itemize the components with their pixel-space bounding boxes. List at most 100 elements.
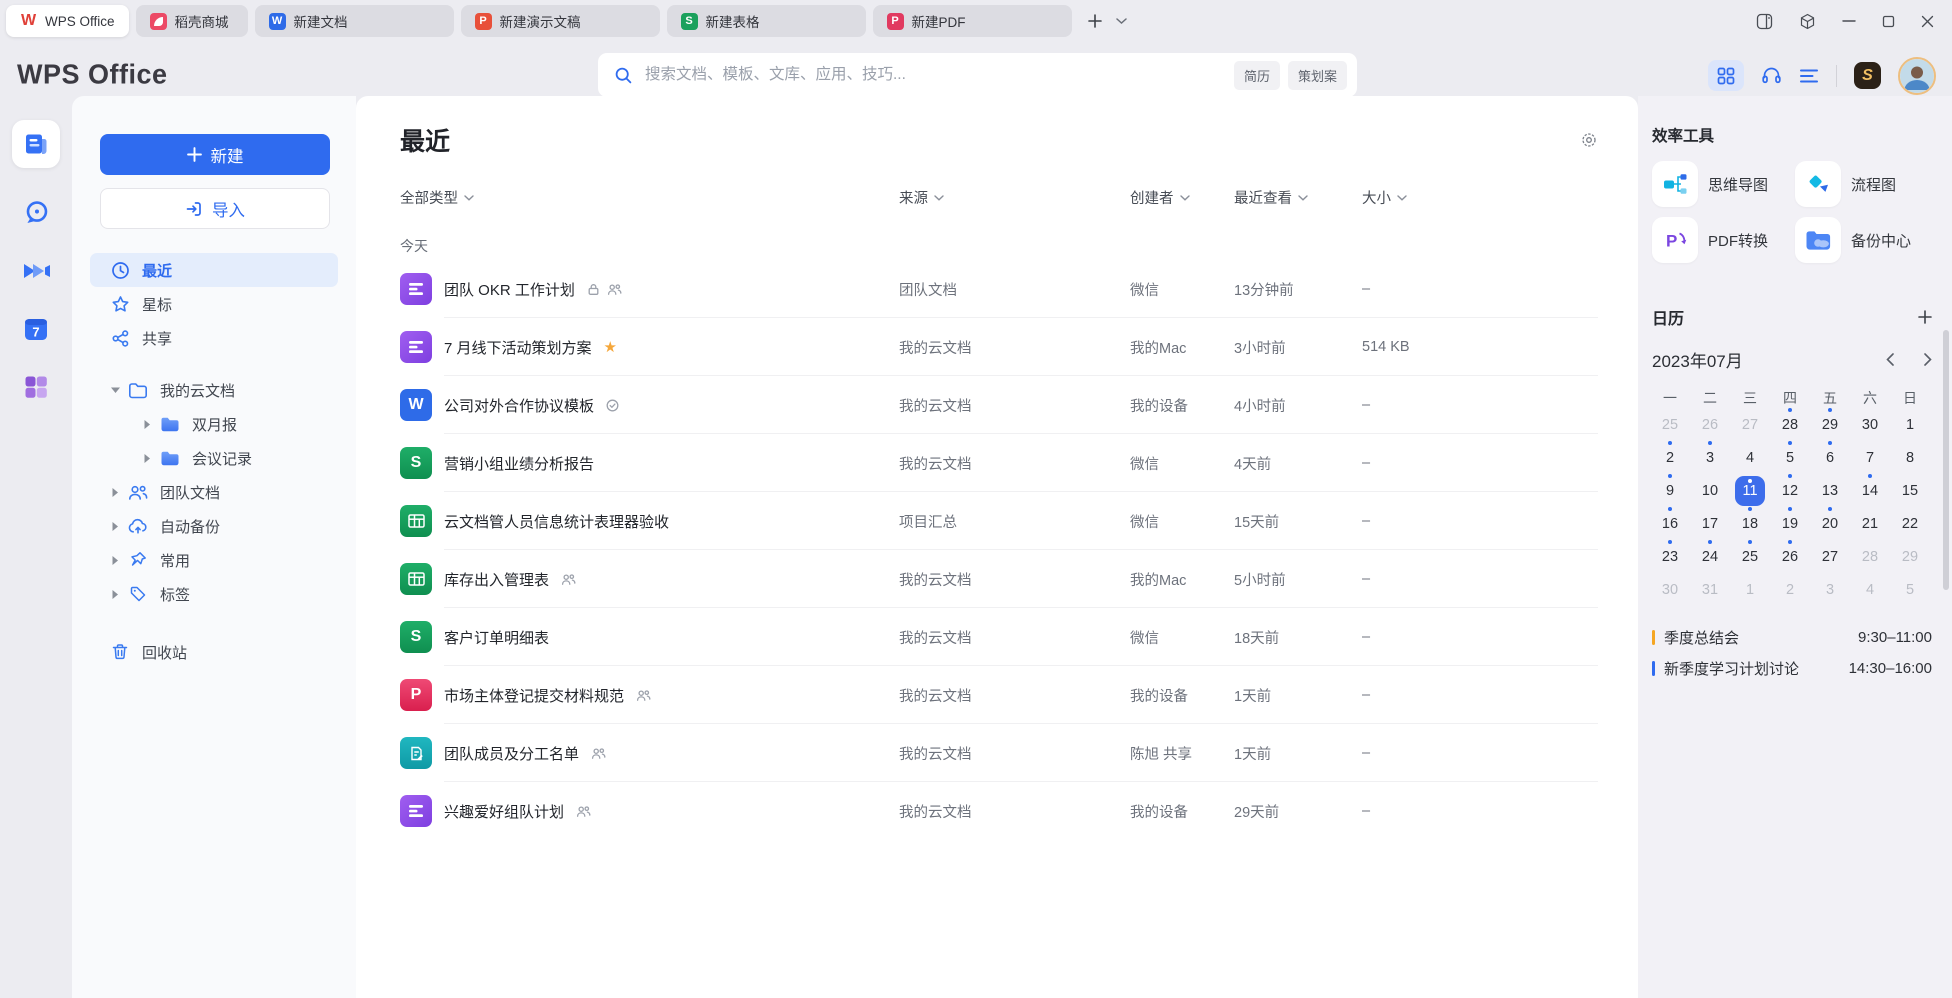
calendar-day[interactable]: 27 bbox=[1730, 408, 1770, 441]
tab-wps-office[interactable]: WWPS Office bbox=[6, 5, 129, 37]
sidebar-item-my-cloud-docs[interactable]: 我的云文档 bbox=[90, 373, 338, 407]
calendar-day[interactable]: 3 bbox=[1810, 573, 1850, 606]
list-settings-gear-icon[interactable] bbox=[1580, 131, 1598, 149]
caret-right-icon[interactable] bbox=[142, 454, 152, 463]
sidebar-item-frequent[interactable]: 常用 bbox=[90, 543, 338, 577]
caret-right-icon[interactable] bbox=[142, 420, 152, 429]
new-button[interactable]: 新建 bbox=[100, 134, 330, 175]
calendar-day[interactable]: 28 bbox=[1770, 408, 1810, 441]
table-row[interactable]: S客户订单明细表我的云文档微信18天前– bbox=[400, 608, 1598, 666]
table-row[interactable]: S营销小组业绩分析报告我的云文档微信4天前– bbox=[400, 434, 1598, 492]
add-event-button[interactable] bbox=[1918, 310, 1932, 324]
calendar-day[interactable]: 30 bbox=[1850, 408, 1890, 441]
caret-right-icon[interactable] bbox=[110, 590, 120, 599]
calendar-day[interactable]: 30 bbox=[1650, 573, 1690, 606]
caret-right-icon[interactable] bbox=[110, 522, 120, 531]
sidebar-item-shared[interactable]: 共享 bbox=[90, 321, 338, 355]
calendar-day[interactable]: 22 bbox=[1890, 507, 1930, 540]
calendar-day[interactable]: 18 bbox=[1730, 507, 1770, 540]
close-button[interactable] bbox=[1921, 15, 1934, 28]
filter-1[interactable]: 来源 bbox=[899, 187, 1130, 208]
tab-new-spreadsheet[interactable]: S新建表格 bbox=[667, 5, 866, 37]
membership-badge[interactable]: S bbox=[1854, 62, 1881, 89]
sidebar-item-starred[interactable]: 星标 bbox=[90, 287, 338, 321]
calendar-day[interactable]: 21 bbox=[1850, 507, 1890, 540]
calendar-event[interactable]: 新季度学习计划讨论14:30–16:00 bbox=[1652, 653, 1932, 684]
calendar-day[interactable]: 6 bbox=[1810, 441, 1850, 474]
calendar-day[interactable]: 28 bbox=[1850, 540, 1890, 573]
sidebar-item-team-docs[interactable]: 团队文档 bbox=[90, 475, 338, 509]
calendar-day[interactable]: 29 bbox=[1810, 408, 1850, 441]
tool-pdf-convert[interactable]: PPDF转换 bbox=[1652, 217, 1789, 263]
table-row[interactable]: W公司对外合作协议模板我的云文档我的设备4小时前– bbox=[400, 376, 1598, 434]
search-input[interactable] bbox=[643, 65, 1224, 85]
tab-new-pdf[interactable]: P新建PDF bbox=[873, 5, 1072, 37]
next-month-button[interactable] bbox=[1924, 353, 1932, 366]
caret-right-icon[interactable] bbox=[110, 488, 120, 497]
rail-item-meeting[interactable] bbox=[20, 257, 52, 285]
calendar-day[interactable]: 10 bbox=[1690, 474, 1730, 507]
scrollbar-thumb[interactable] bbox=[1943, 330, 1949, 590]
calendar-day[interactable]: 8 bbox=[1890, 441, 1930, 474]
calendar-event[interactable]: 季度总结会9:30–11:00 bbox=[1652, 622, 1932, 653]
calendar-day[interactable]: 5 bbox=[1890, 573, 1930, 606]
prev-month-button[interactable] bbox=[1886, 353, 1894, 366]
calendar-day[interactable]: 31 bbox=[1690, 573, 1730, 606]
import-button[interactable]: 导入 bbox=[100, 188, 330, 229]
calendar-day[interactable]: 3 bbox=[1690, 441, 1730, 474]
calendar-day[interactable]: 25 bbox=[1730, 540, 1770, 573]
rail-item-apps[interactable] bbox=[22, 373, 50, 401]
calendar-day[interactable]: 5 bbox=[1770, 441, 1810, 474]
calendar-day[interactable]: 26 bbox=[1770, 540, 1810, 573]
calendar-day[interactable]: 14 bbox=[1850, 474, 1890, 507]
calendar-day[interactable]: 15 bbox=[1890, 474, 1930, 507]
sidebar-item-trash[interactable]: 回收站 bbox=[90, 635, 338, 669]
main-menu-icon[interactable] bbox=[1799, 68, 1819, 84]
calendar-day[interactable]: 2 bbox=[1650, 441, 1690, 474]
table-row[interactable]: 7 月线下活动策划方案★我的云文档我的Mac3小时前514 KB bbox=[400, 318, 1598, 376]
table-row[interactable]: 团队 OKR 工作计划团队文档微信13分钟前– bbox=[400, 260, 1598, 318]
calendar-day[interactable]: 12 bbox=[1770, 474, 1810, 507]
calendar-day[interactable]: 26 bbox=[1690, 408, 1730, 441]
calendar-day[interactable]: 27 bbox=[1810, 540, 1850, 573]
sidebar-item-tags[interactable]: 标签 bbox=[90, 577, 338, 611]
apps-grid-button[interactable] bbox=[1708, 60, 1744, 91]
calendar-day-selected[interactable]: 11 bbox=[1730, 474, 1770, 507]
tool-mindmap[interactable]: 思维导图 bbox=[1652, 161, 1789, 207]
tab-list-chevron-icon[interactable] bbox=[1116, 18, 1127, 25]
calendar-day[interactable]: 20 bbox=[1810, 507, 1850, 540]
maximize-button[interactable] bbox=[1882, 15, 1895, 28]
calendar-day[interactable]: 29 bbox=[1890, 540, 1930, 573]
table-row[interactable]: 兴趣爱好组队计划我的云文档我的设备29天前– bbox=[400, 782, 1598, 840]
sidebar-item-auto-backup[interactable]: 自动备份 bbox=[90, 509, 338, 543]
tab-docer-store[interactable]: 稻壳商城 bbox=[136, 5, 248, 37]
search-tag[interactable]: 简历 bbox=[1234, 61, 1280, 90]
calendar-day[interactable]: 4 bbox=[1730, 441, 1770, 474]
calendar-day[interactable]: 4 bbox=[1850, 573, 1890, 606]
rail-item-calendar[interactable]: 7 bbox=[22, 315, 50, 343]
rail-item-docs[interactable] bbox=[12, 120, 60, 168]
calendar-day[interactable]: 23 bbox=[1650, 540, 1690, 573]
calendar-day[interactable]: 25 bbox=[1650, 408, 1690, 441]
caret-right-icon[interactable] bbox=[110, 556, 120, 565]
calendar-day[interactable]: 13 bbox=[1810, 474, 1850, 507]
calendar-day[interactable]: 2 bbox=[1770, 573, 1810, 606]
caret-down-icon[interactable] bbox=[110, 387, 120, 393]
sidebar-item-meeting-notes[interactable]: 会议记录 bbox=[90, 441, 338, 475]
search-tag[interactable]: 策划案 bbox=[1288, 61, 1347, 90]
tool-backup-center[interactable]: 备份中心 bbox=[1795, 217, 1932, 263]
tab-new-presentation[interactable]: P新建演示文稿 bbox=[461, 5, 660, 37]
sidebar-item-recent[interactable]: 最近 bbox=[90, 253, 338, 287]
calendar-day[interactable]: 16 bbox=[1650, 507, 1690, 540]
calendar-day[interactable]: 19 bbox=[1770, 507, 1810, 540]
workspace-button[interactable] bbox=[1799, 13, 1816, 30]
sidebar-item-bimonthly-report[interactable]: 双月报 bbox=[90, 407, 338, 441]
table-row[interactable]: 库存出入管理表我的云文档我的Mac5小时前– bbox=[400, 550, 1598, 608]
search-bar[interactable]: 简历策划案 bbox=[598, 53, 1357, 97]
filter-2[interactable]: 创建者 bbox=[1130, 187, 1234, 208]
minimize-button[interactable] bbox=[1842, 14, 1856, 28]
calendar-day[interactable]: 1 bbox=[1730, 573, 1770, 606]
tool-flowchart[interactable]: 流程图 bbox=[1795, 161, 1932, 207]
rail-item-chat[interactable] bbox=[22, 198, 51, 227]
calendar-day[interactable]: 24 bbox=[1690, 540, 1730, 573]
